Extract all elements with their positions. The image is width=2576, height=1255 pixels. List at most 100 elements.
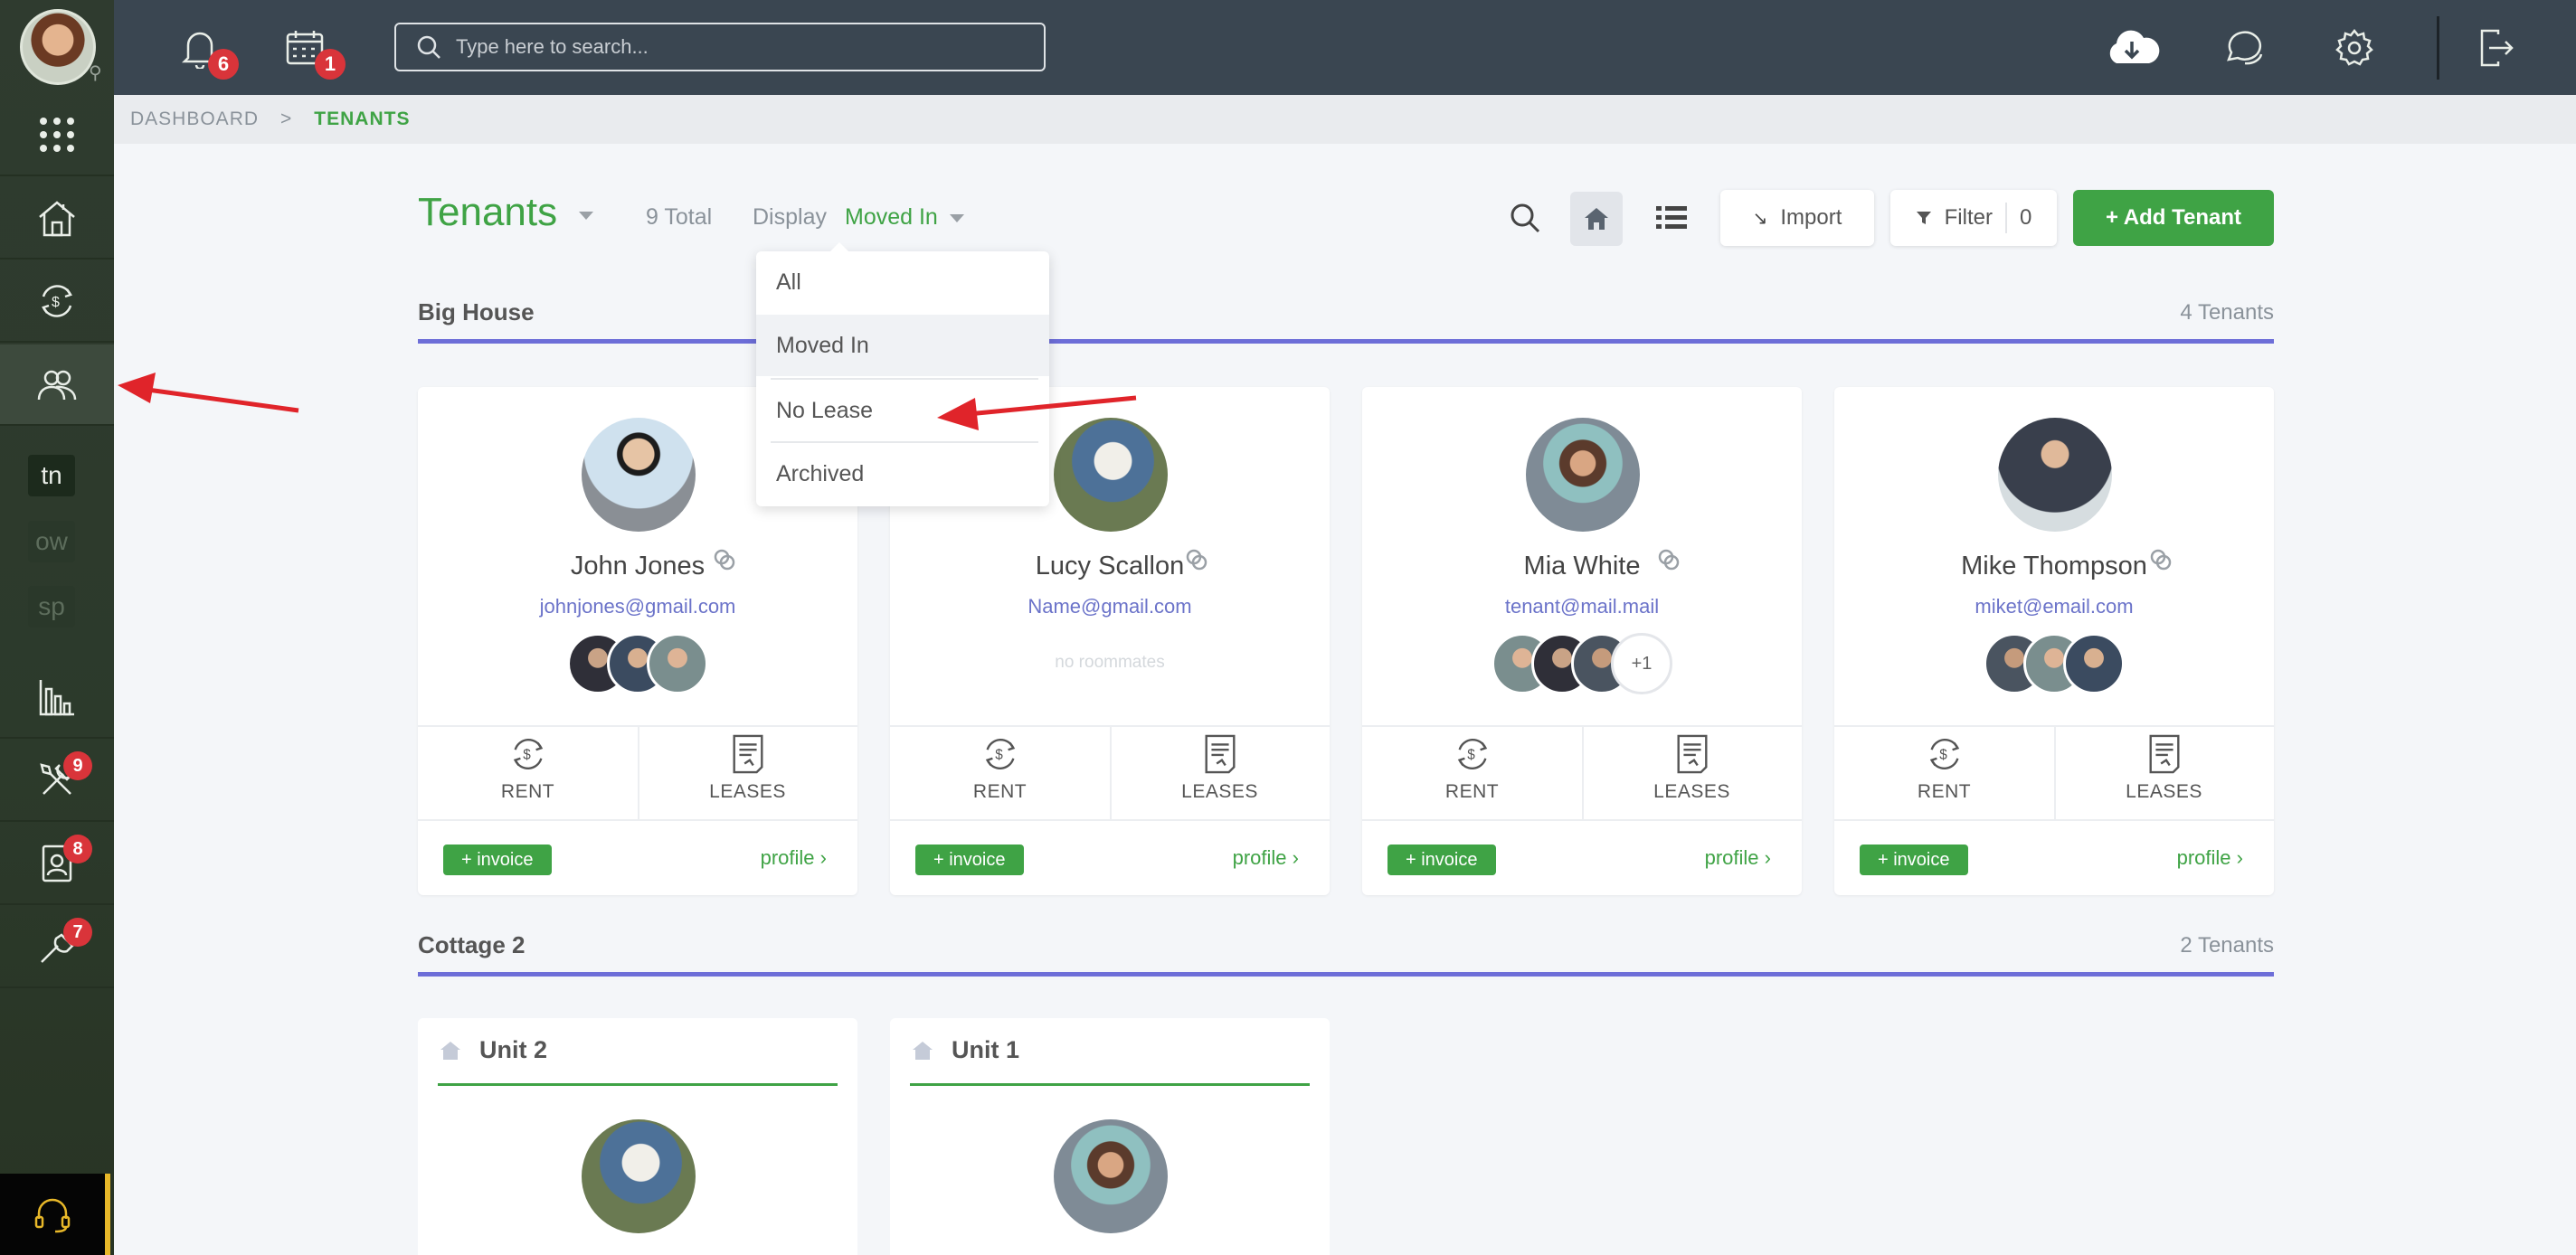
rent-button[interactable]: $ RENT	[1834, 734, 2054, 816]
pin-icon[interactable]: ⚲	[89, 61, 102, 84]
link-icon[interactable]	[1185, 548, 1208, 571]
dollar-cycle-icon: $	[42, 285, 72, 317]
sidebar-item-apps[interactable]	[0, 95, 114, 176]
roommate-avatar[interactable]	[647, 633, 708, 694]
add-tenant-button[interactable]: + Add Tenant	[2073, 190, 2274, 246]
user-avatar[interactable]	[20, 9, 96, 85]
sidebar: ⚲ $ tn ow sp 9 8 7	[0, 0, 114, 1255]
tenant-card: Mike Thompson miket@email.com $ RENT LEA…	[1834, 387, 2274, 895]
property-divider	[418, 339, 2274, 344]
profile-link[interactable]: profile ›	[2177, 846, 2243, 870]
card-view-button[interactable]	[1570, 192, 1623, 246]
unit-title[interactable]: Unit 1	[952, 1036, 1019, 1064]
profile-link[interactable]: profile ›	[761, 846, 827, 870]
tenant-email[interactable]: Name@gmail.com	[890, 595, 1330, 618]
sidebar-item-tools[interactable]: 7	[0, 907, 114, 988]
breadcrumb: DASHBOARD > TENANTS	[114, 95, 2576, 144]
grid-icon	[40, 118, 74, 152]
rent-button[interactable]: $ RENT	[418, 734, 638, 816]
search-input[interactable]: Type here to search...	[394, 23, 1046, 71]
tenant-photo[interactable]	[582, 418, 696, 532]
rent-button[interactable]: $ RENT	[1362, 734, 1582, 816]
sidebar-item-payments[interactable]: $	[0, 261, 114, 343]
rent-button[interactable]: $ RENT	[890, 734, 1110, 816]
list-view-button[interactable]	[1646, 190, 1697, 246]
dropdown-option-archived[interactable]: Archived	[756, 443, 1049, 505]
more-roommates-badge[interactable]: +1	[1611, 633, 1672, 694]
sidebar-item-sp[interactable]: sp	[28, 586, 75, 628]
tenant-photo[interactable]	[582, 1119, 696, 1233]
property-tenant-count: 4 Tenants	[2180, 300, 2274, 325]
house-icon	[913, 1042, 933, 1060]
link-icon[interactable]	[1657, 548, 1681, 571]
gear-icon	[2335, 28, 2373, 66]
tenant-email[interactable]: johnjones@gmail.com	[418, 595, 857, 618]
import-button[interactable]: ↘ Import	[1720, 190, 1874, 246]
calendar-badge: 1	[315, 49, 346, 80]
leases-button[interactable]: LEASES	[1582, 734, 1802, 816]
roommate-avatar[interactable]	[2063, 633, 2125, 694]
document-icon	[1677, 734, 1707, 774]
sidebar-item-tenants[interactable]	[0, 344, 114, 426]
add-invoice-button[interactable]: + invoice	[443, 845, 552, 875]
dollar-cycle-icon: $	[985, 739, 1015, 769]
sidebar-item-maintenance[interactable]: 9	[0, 741, 114, 822]
tenant-name[interactable]: Mia White	[1362, 552, 1802, 581]
add-invoice-button[interactable]: + invoice	[915, 845, 1024, 875]
tenant-card: Mia White tenant@mail.mail +1 $ RENT LEA…	[1362, 387, 1802, 895]
profile-link[interactable]: profile ›	[1705, 846, 1771, 870]
card-divider	[1362, 819, 1802, 821]
filter-count: 0	[2019, 205, 2032, 230]
tenant-email[interactable]: miket@email.com	[1834, 595, 2274, 618]
filter-button[interactable]: Filter 0	[1890, 190, 2057, 246]
tenant-photo[interactable]	[1998, 418, 2112, 532]
link-icon[interactable]	[2149, 548, 2173, 571]
display-select[interactable]: Moved In	[845, 204, 938, 231]
rent-label: RENT	[1444, 781, 1500, 802]
leases-button[interactable]: LEASES	[638, 734, 857, 816]
profile-link[interactable]: profile ›	[1233, 846, 1299, 870]
headset-icon	[34, 1198, 71, 1233]
unit-title[interactable]: Unit 2	[479, 1036, 547, 1064]
sidebar-item-tn[interactable]: tn	[28, 455, 75, 496]
tenant-total: 9 Total	[646, 204, 713, 230]
annotation-arrow-icon	[118, 373, 299, 413]
calendar-button[interactable]: 1	[277, 20, 346, 80]
add-invoice-button[interactable]: + invoice	[1387, 845, 1496, 875]
rent-label: RENT	[1917, 781, 1972, 802]
breadcrumb-dashboard[interactable]: DASHBOARD	[130, 109, 259, 130]
tenant-name[interactable]: Lucy Scallon	[890, 552, 1330, 581]
leases-label: LEASES	[709, 781, 786, 802]
chevron-down-icon[interactable]	[950, 214, 964, 222]
sidebar-item-properties[interactable]	[0, 178, 114, 259]
support-button[interactable]	[0, 1174, 110, 1255]
sidebar-item-reports[interactable]	[0, 657, 114, 739]
roommates: +1	[1362, 633, 1802, 696]
sidebar-item-ow[interactable]: ow	[28, 521, 75, 562]
property-divider	[418, 972, 2274, 977]
tenant-photo[interactable]	[1526, 418, 1640, 532]
tenant-name[interactable]: John Jones	[418, 552, 857, 581]
settings-button[interactable]	[2326, 20, 2382, 76]
dropdown-option-all[interactable]: All	[756, 251, 1049, 313]
messages-button[interactable]	[2216, 20, 2272, 76]
tenant-name[interactable]: Mike Thompson	[1834, 552, 2274, 581]
chevron-down-icon[interactable]	[579, 212, 593, 220]
leases-button[interactable]: LEASES	[1110, 734, 1330, 816]
sidebar-item-applications[interactable]: 8	[0, 824, 114, 905]
add-invoice-button[interactable]: + invoice	[1860, 845, 1968, 875]
notifications-button[interactable]: 6	[172, 20, 239, 80]
page-title[interactable]: Tenants	[418, 190, 557, 235]
card-divider	[890, 819, 1330, 821]
link-icon[interactable]	[713, 548, 736, 571]
search-button[interactable]	[1505, 190, 1545, 246]
dropdown-option-moved-in[interactable]: Moved In	[756, 315, 1049, 376]
tenant-email[interactable]: tenant@mail.mail	[1362, 595, 1802, 618]
leases-button[interactable]: LEASES	[2054, 734, 2274, 816]
leases-label: LEASES	[1181, 781, 1258, 802]
download-button[interactable]	[2104, 20, 2160, 76]
property-title[interactable]: Cottage 2	[418, 931, 525, 959]
logout-button[interactable]	[2467, 20, 2524, 76]
tenant-photo[interactable]	[1054, 1119, 1168, 1233]
property-title[interactable]: Big House	[418, 298, 535, 326]
